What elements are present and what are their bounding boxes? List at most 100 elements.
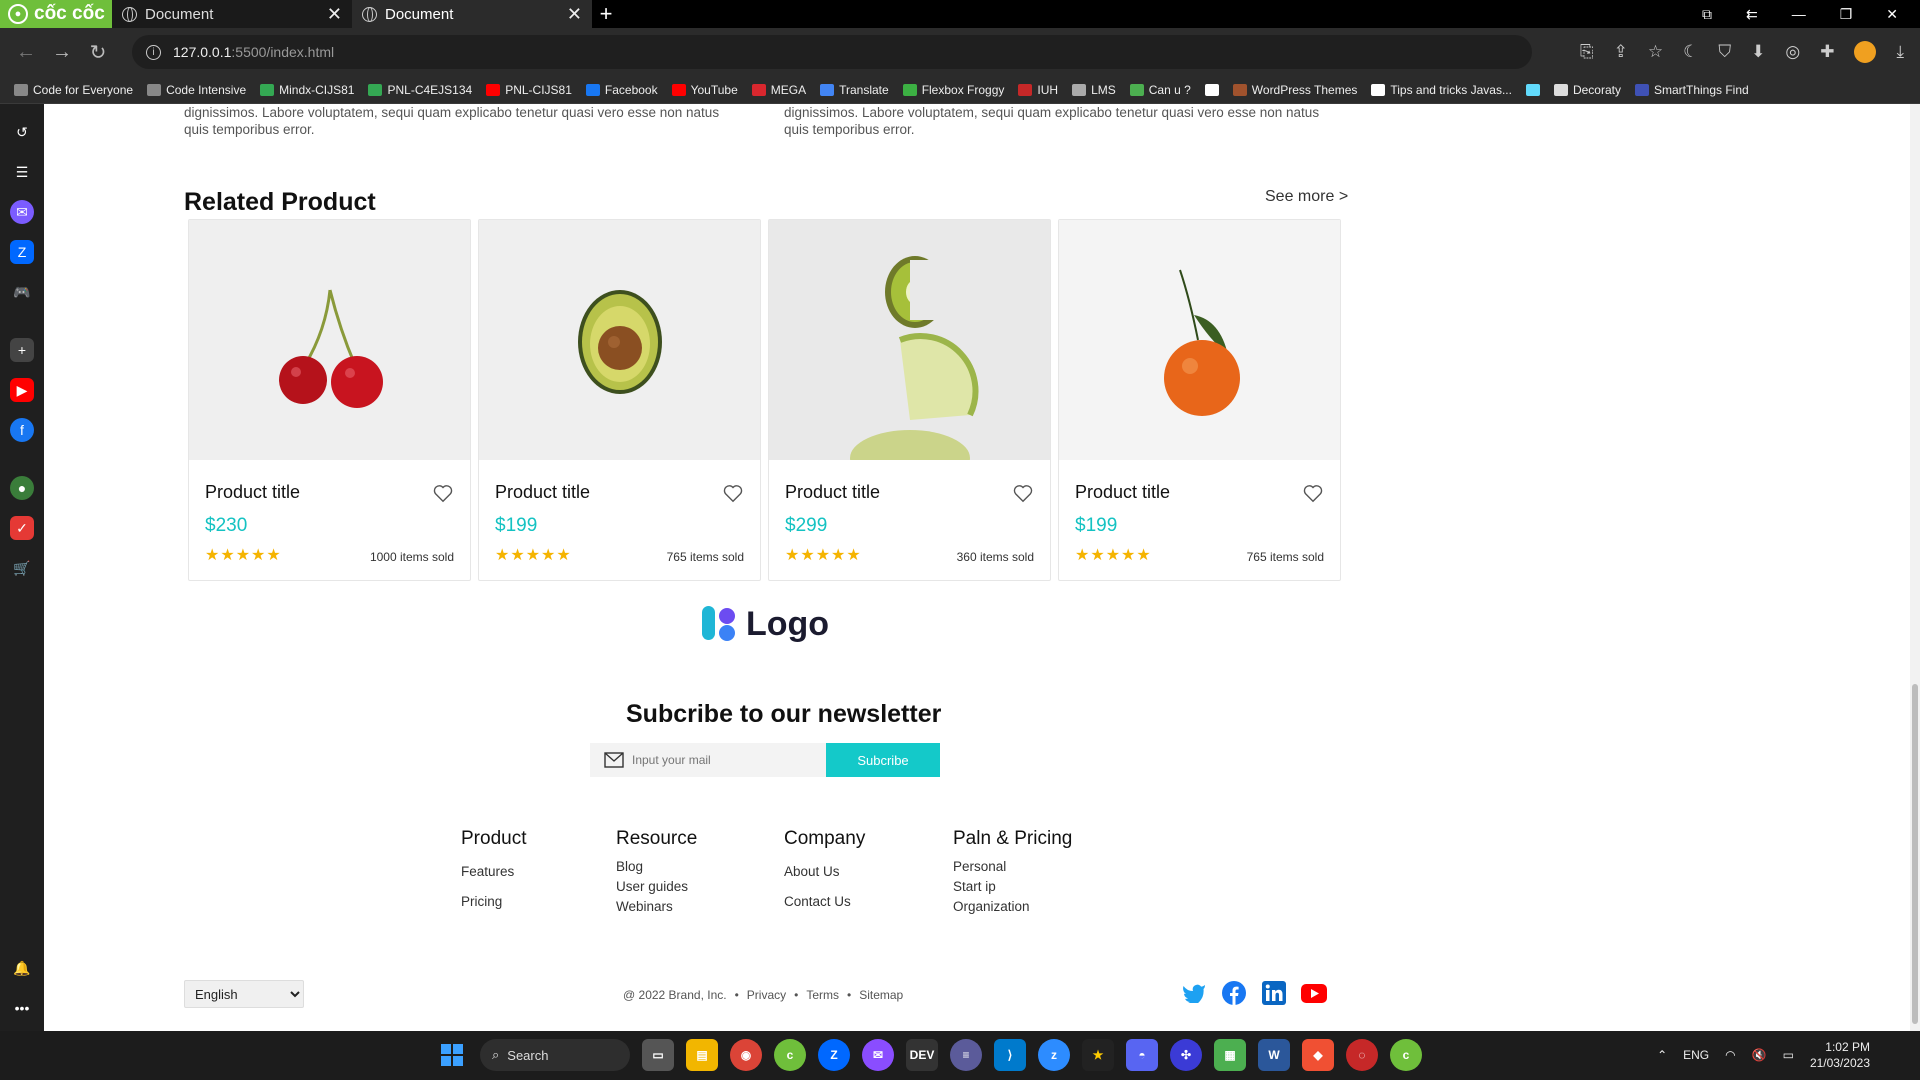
- coccoc-taskbar-icon[interactable]: c: [774, 1039, 806, 1071]
- bookmark-item[interactable]: Can u ?: [1129, 83, 1191, 97]
- app-icon[interactable]: ▦: [1214, 1039, 1246, 1071]
- bookmark-item[interactable]: MEGA: [751, 83, 806, 97]
- browser-brand[interactable]: ● cốc cốc: [0, 0, 112, 28]
- footer-link-personal[interactable]: Personal: [953, 859, 1072, 874]
- zoom-icon[interactable]: z: [1038, 1039, 1070, 1071]
- task-view-icon[interactable]: ▭: [642, 1039, 674, 1071]
- bookmark-item[interactable]: Flexbox Froggy: [902, 83, 1004, 97]
- facebook-sidebar-icon[interactable]: f: [10, 418, 34, 442]
- zalo-icon[interactable]: Z: [10, 240, 34, 264]
- file-explorer-icon[interactable]: ▤: [686, 1039, 718, 1071]
- page-scrollbar[interactable]: [1910, 104, 1920, 1031]
- translate-icon[interactable]: ⎘: [1580, 42, 1594, 62]
- globe-game-icon[interactable]: ●: [10, 476, 34, 500]
- bookmark-item[interactable]: IUH: [1018, 83, 1058, 97]
- vscode-icon[interactable]: ⟩: [994, 1039, 1026, 1071]
- taskbar-search[interactable]: ⌕ Search: [480, 1039, 630, 1071]
- footer-link-pricing[interactable]: Pricing: [461, 894, 526, 909]
- zalo-taskbar-icon[interactable]: Z: [818, 1039, 850, 1071]
- clock[interactable]: 1:02 PM 21/03/2023: [1810, 1039, 1870, 1071]
- devc-icon[interactable]: DEV: [906, 1039, 938, 1071]
- heart-icon[interactable]: [1302, 482, 1324, 504]
- footer-link-start-up[interactable]: Start ip: [953, 879, 1072, 894]
- shopping-icon[interactable]: 🛒: [10, 556, 34, 580]
- search-tabs-icon[interactable]: ⧉: [1702, 6, 1712, 23]
- git-icon[interactable]: ◆: [1302, 1039, 1334, 1071]
- language-indicator[interactable]: ENG: [1683, 1048, 1709, 1062]
- share-icon[interactable]: ⇪: [1614, 42, 1628, 62]
- bookmark-item[interactable]: LMS: [1072, 83, 1116, 97]
- profile-avatar[interactable]: [1854, 41, 1877, 63]
- heart-icon[interactable]: [1012, 482, 1034, 504]
- chrome-icon[interactable]: ◉: [730, 1039, 762, 1071]
- footer-link-user-guides[interactable]: User guides: [616, 879, 697, 894]
- language-select[interactable]: English: [184, 980, 304, 1008]
- messenger-icon[interactable]: ✉: [10, 200, 34, 224]
- bookmark-item[interactable]: [1204, 83, 1219, 96]
- linkedin-icon[interactable]: [1261, 980, 1287, 1006]
- email-input[interactable]: [632, 753, 812, 767]
- savior-download-icon[interactable]: ⬇: [1751, 42, 1765, 62]
- shield-icon[interactable]: ⛉: [1718, 42, 1731, 62]
- messenger-taskbar-icon[interactable]: ✉: [862, 1039, 894, 1071]
- footer-link-about-us[interactable]: About Us: [784, 864, 865, 879]
- minimize-icon[interactable]: —: [1792, 6, 1806, 22]
- footer-link-webinars[interactable]: Webinars: [616, 899, 697, 914]
- app-icon[interactable]: ✣: [1170, 1039, 1202, 1071]
- heart-icon[interactable]: [722, 482, 744, 504]
- history-icon[interactable]: ↺: [10, 120, 34, 144]
- dark-mode-icon[interactable]: ☾: [1683, 42, 1698, 62]
- bookmark-item[interactable]: Code for Everyone: [14, 83, 133, 97]
- back-icon[interactable]: ←: [8, 41, 44, 64]
- see-more-link[interactable]: See more >: [1265, 188, 1348, 206]
- sitemap-link[interactable]: Sitemap: [859, 988, 903, 1002]
- bookmark-item[interactable]: PNL-CIJS81: [486, 83, 572, 97]
- scrollbar-thumb[interactable]: [1912, 684, 1918, 1024]
- bookmark-item[interactable]: Mindx-CIJS81: [260, 83, 354, 97]
- close-tab-icon[interactable]: ✕: [567, 4, 582, 25]
- new-tab-button[interactable]: +: [592, 0, 620, 28]
- downloads-icon[interactable]: ⤓: [1896, 42, 1904, 62]
- product-title[interactable]: Product title: [205, 482, 300, 503]
- privacy-link[interactable]: Privacy: [747, 988, 786, 1002]
- twitter-icon[interactable]: [1181, 980, 1207, 1006]
- youtube-icon[interactable]: [1301, 980, 1327, 1006]
- wifi-icon[interactable]: ◠: [1725, 1048, 1735, 1062]
- bookmark-item[interactable]: Facebook: [585, 83, 658, 97]
- compass-icon[interactable]: ◎: [1785, 42, 1800, 62]
- sidebar-toggle-icon[interactable]: ⇇: [1746, 6, 1758, 23]
- footer-link-features[interactable]: Features: [461, 864, 526, 879]
- windows-start-icon[interactable]: [436, 1039, 468, 1071]
- product-card[interactable]: Product title $199 ★★★★★ 765 items sold: [1058, 219, 1341, 581]
- forward-icon[interactable]: →: [44, 41, 80, 64]
- tab-document-1[interactable]: Document ✕: [112, 0, 352, 28]
- volume-muted-icon[interactable]: 🔇: [1752, 1048, 1767, 1062]
- product-title[interactable]: Product title: [495, 482, 590, 503]
- footer-link-organization[interactable]: Organization: [953, 899, 1072, 914]
- extensions-icon[interactable]: ✚: [1820, 42, 1834, 62]
- bookmark-item[interactable]: PNL-C4EJS134: [368, 83, 472, 97]
- bookmark-item[interactable]: Tips and tricks Javas...: [1371, 83, 1512, 97]
- terms-link[interactable]: Terms: [806, 988, 839, 1002]
- notifications-icon[interactable]: 🔔: [10, 956, 34, 980]
- chevron-up-icon[interactable]: ⌃: [1657, 1048, 1667, 1062]
- star-app-icon[interactable]: ★: [1082, 1039, 1114, 1071]
- battery-icon[interactable]: ▭: [1783, 1048, 1794, 1062]
- brand-logo[interactable]: Logo: [700, 604, 829, 644]
- bookmark-star-icon[interactable]: ☆: [1648, 42, 1663, 62]
- heart-icon[interactable]: [432, 482, 454, 504]
- coccoc-active-icon[interactable]: c: [1390, 1039, 1422, 1071]
- reload-icon[interactable]: ↻: [80, 40, 116, 65]
- discord-icon[interactable]: ◓: [1126, 1039, 1158, 1071]
- tab-document-2[interactable]: Document ✕: [352, 0, 592, 28]
- url-field[interactable]: i 127.0.0.1:5500/index.html: [132, 35, 1532, 69]
- app-icon[interactable]: ◌: [1346, 1039, 1378, 1071]
- product-card[interactable]: Product title $299 ★★★★★ 360 items sold: [768, 219, 1051, 581]
- product-card[interactable]: Product title $199 ★★★★★ 765 items sold: [478, 219, 761, 581]
- bookmark-item[interactable]: YouTube: [671, 83, 738, 97]
- add-sidebar-app-icon[interactable]: +: [10, 338, 34, 362]
- footer-link-contact-us[interactable]: Contact Us: [784, 894, 865, 909]
- bookmark-item[interactable]: Code Intensive: [147, 83, 246, 97]
- reading-list-icon[interactable]: ☰: [10, 160, 34, 184]
- bookmark-item[interactable]: Decoraty: [1553, 83, 1621, 97]
